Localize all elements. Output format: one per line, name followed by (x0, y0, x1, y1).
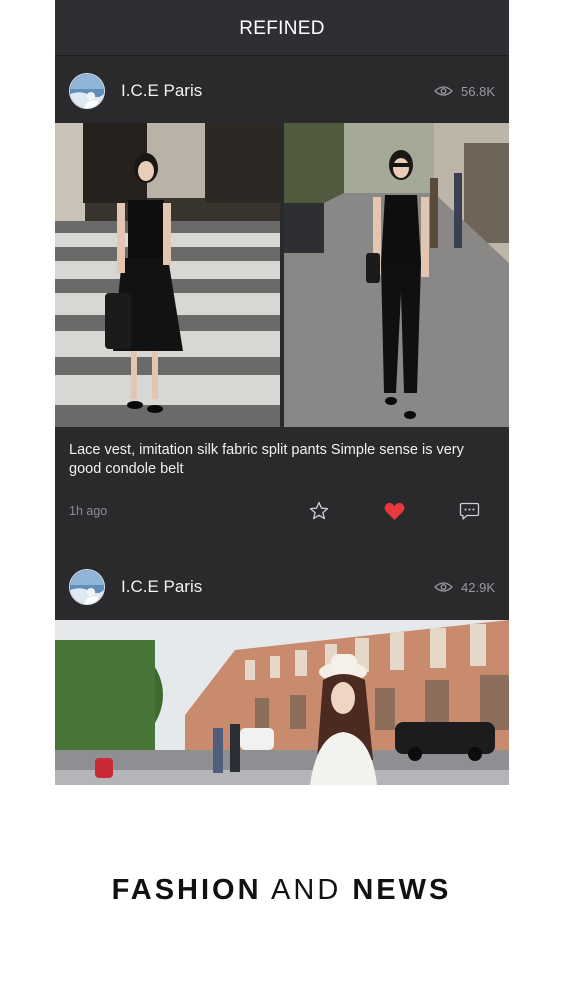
comment-button[interactable] (457, 499, 481, 523)
star-icon (309, 501, 329, 520)
post-header[interactable]: I.C.E Paris 56.8K (55, 57, 509, 125)
tagline-word-news: NEWS (352, 874, 452, 906)
comment-icon (459, 502, 479, 520)
post-photo-grid (55, 620, 509, 785)
post-photo-grid (55, 123, 509, 427)
page-title: REFINED (239, 18, 325, 39)
post-header[interactable]: I.C.E Paris 42.9K (55, 553, 509, 621)
eye-icon (434, 86, 453, 96)
tagline-word-fashion: FASHION (111, 874, 262, 906)
tagline-word-and: AND (271, 874, 342, 906)
post-photo[interactable] (55, 123, 280, 427)
post-timestamp: 1h ago (69, 504, 108, 518)
avatar[interactable] (69, 569, 105, 605)
top-navigation-bar: REFINED (55, 0, 509, 56)
avatar[interactable] (69, 73, 105, 109)
post-photo[interactable] (55, 620, 509, 785)
view-count-label: 56.8K (461, 83, 495, 99)
view-count-label: 42.9K (461, 579, 495, 595)
favorite-button[interactable] (307, 499, 331, 523)
heart-icon (384, 502, 404, 520)
like-button[interactable] (382, 499, 406, 523)
post-meta-row: 1h ago (55, 497, 509, 527)
tagline: FASHION AND NEWS (0, 874, 563, 907)
view-count: 42.9K (434, 553, 495, 621)
eye-icon (434, 582, 453, 592)
author-name[interactable]: I.C.E Paris (121, 81, 202, 101)
view-count: 56.8K (434, 57, 495, 125)
app-screen: REFINED I.C.E Paris 56.8K Lace vest, imi… (55, 0, 509, 785)
post-photo[interactable] (284, 123, 509, 427)
post-caption: Lace vest, imitation silk fabric split p… (69, 442, 464, 477)
author-name[interactable]: I.C.E Paris (121, 577, 202, 597)
